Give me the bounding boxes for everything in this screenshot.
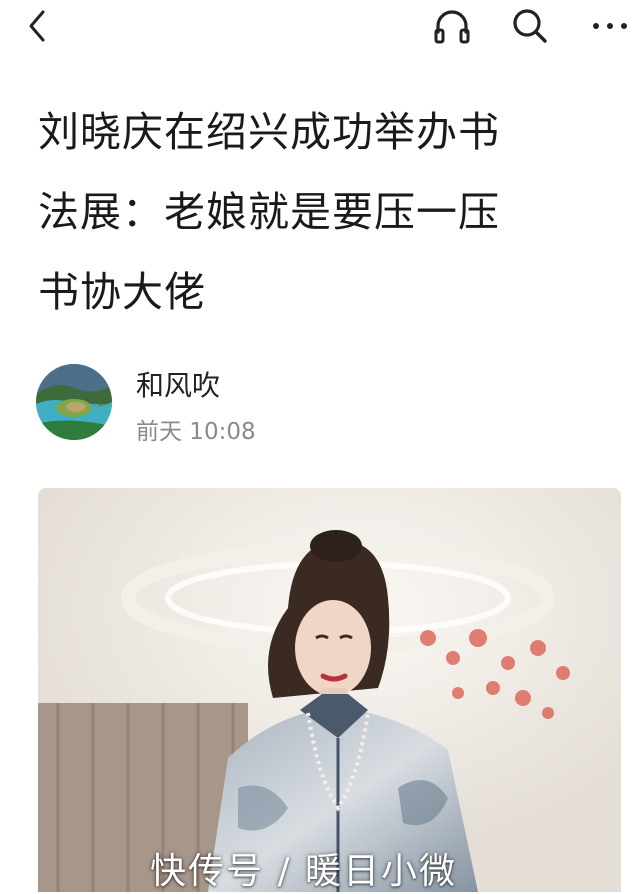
article-image[interactable]: [38, 488, 621, 892]
headphones-icon: [434, 10, 470, 44]
more-button[interactable]: [588, 4, 632, 48]
author-info: 和风吹 前天 10:08: [36, 362, 596, 445]
search-icon: [513, 9, 547, 43]
back-button[interactable]: [16, 4, 60, 48]
top-bar: [0, 0, 640, 52]
publish-time: 前天 10:08: [136, 419, 256, 445]
portrait-photo: [38, 488, 621, 892]
listen-button[interactable]: [430, 4, 474, 48]
image-watermark: 快传号 / 暖日小微: [150, 851, 458, 892]
title-line: 法展：老娘就是要压一压: [38, 188, 500, 236]
landscape-avatar-image: [36, 364, 112, 440]
search-button[interactable]: [508, 4, 552, 48]
title-line: 刘晓庆在绍兴成功举办书: [38, 108, 500, 156]
back-icon: [29, 10, 45, 42]
title-line: 书协大佬: [38, 268, 206, 316]
more-icon: [593, 23, 627, 29]
avatar[interactable]: [36, 364, 112, 440]
article-title: 刘晓庆在绍兴成功举办书 法展：老娘就是要压一压 书协大佬: [38, 92, 618, 332]
author-name[interactable]: 和风吹: [136, 364, 220, 404]
